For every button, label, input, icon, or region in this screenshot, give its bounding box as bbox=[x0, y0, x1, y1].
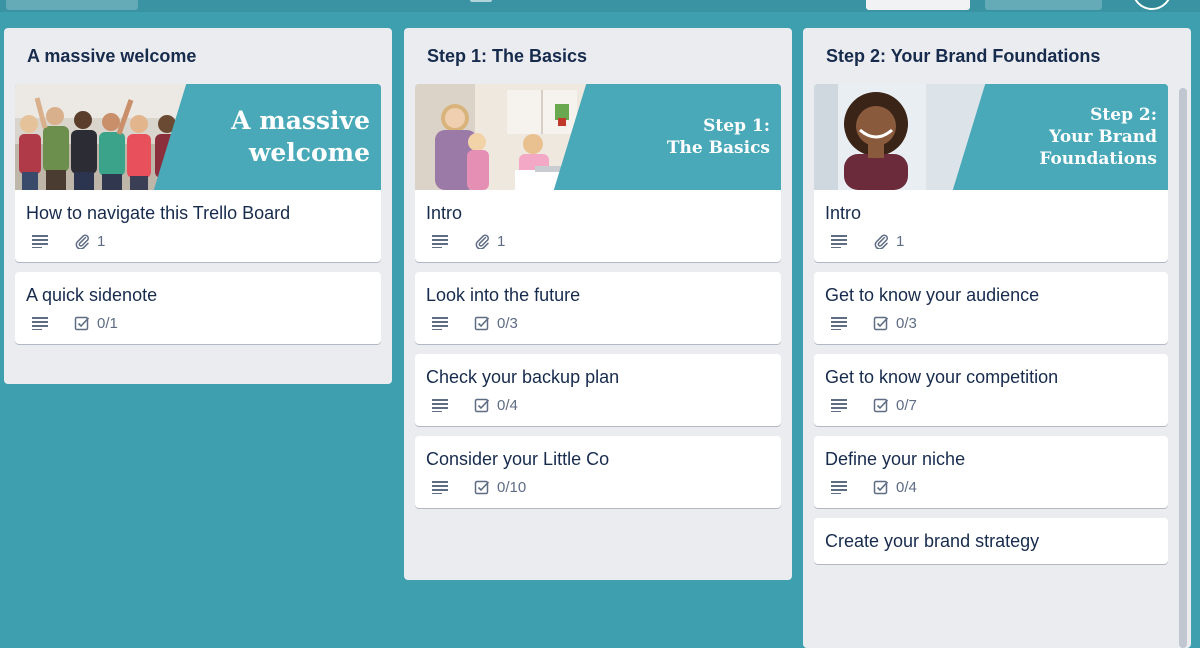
card-title: Check your backup plan bbox=[426, 367, 620, 387]
list-a-massive-welcome[interactable]: A massive welcome A massive welcome How … bbox=[4, 28, 392, 384]
checklist-icon bbox=[474, 398, 490, 413]
card-define-your-niche[interactable]: Define your niche 0/4 bbox=[814, 436, 1168, 508]
show-menu-button[interactable] bbox=[985, 0, 1102, 10]
card-badges: 1 bbox=[426, 230, 770, 252]
header-action-button[interactable] bbox=[866, 0, 970, 10]
card-title: Look into the future bbox=[426, 285, 581, 305]
card-badges: 0/1 bbox=[26, 312, 370, 334]
board-title[interactable] bbox=[470, 0, 492, 2]
card-title: Intro bbox=[426, 203, 463, 223]
card-a-quick-sidenote[interactable]: A quick sidenote 0/1 bbox=[15, 272, 381, 344]
boards-button[interactable] bbox=[6, 0, 138, 10]
card-title: Intro bbox=[825, 203, 862, 223]
card-badges: 1 bbox=[26, 230, 370, 252]
description-icon bbox=[432, 234, 448, 248]
checklist-count: 0/10 bbox=[497, 478, 527, 496]
list-scrollbar[interactable] bbox=[1179, 88, 1187, 648]
card-title: A quick sidenote bbox=[26, 285, 158, 305]
card-title: How to navigate this Trello Board bbox=[26, 203, 291, 223]
checklist-count: 0/3 bbox=[497, 314, 518, 332]
checklist-icon bbox=[474, 316, 490, 331]
card-how-to-navigate[interactable]: A massive welcome How to navigate this T… bbox=[15, 84, 381, 262]
description-icon bbox=[432, 398, 448, 412]
list-title[interactable]: A massive welcome bbox=[4, 28, 392, 84]
checklist-icon bbox=[873, 398, 889, 413]
attachment-count: 1 bbox=[97, 232, 106, 250]
description-icon bbox=[432, 480, 448, 494]
list-step-2-your-brand-foundations[interactable]: Step 2: Your Brand Foundations Step 2: Y… bbox=[803, 28, 1191, 648]
card-cover: Step 1: The Basics bbox=[415, 84, 781, 190]
card-look-into-the-future[interactable]: Look into the future 0/3 bbox=[415, 272, 781, 344]
card-intro[interactable]: Step 2: Your Brand Foundations Intro 1 bbox=[814, 84, 1168, 262]
card-badges: 0/3 bbox=[825, 312, 1157, 334]
avatar[interactable] bbox=[1132, 0, 1172, 10]
attachment-badge: 1 bbox=[873, 233, 904, 250]
checklist-badge: 0/10 bbox=[474, 479, 526, 496]
description-icon bbox=[432, 316, 448, 330]
board-header bbox=[0, 0, 1200, 12]
checklist-badge: 0/4 bbox=[873, 479, 917, 496]
checklist-count: 0/1 bbox=[97, 314, 118, 332]
description-icon bbox=[831, 398, 847, 412]
card-badges: 0/7 bbox=[825, 394, 1157, 416]
checklist-count: 0/4 bbox=[497, 396, 518, 414]
card-badges: 0/4 bbox=[426, 394, 770, 416]
card-title: Get to know your audience bbox=[825, 285, 1040, 305]
paperclip-icon bbox=[75, 234, 89, 249]
description-icon bbox=[831, 234, 847, 248]
card-check-your-backup-plan[interactable]: Check your backup plan 0/4 bbox=[415, 354, 781, 426]
card-cover: A massive welcome bbox=[15, 84, 381, 190]
checklist-badge: 0/3 bbox=[474, 315, 518, 332]
card-title: Consider your Little Co bbox=[426, 449, 610, 469]
checklist-icon bbox=[74, 316, 90, 331]
cover-caption: A massive welcome bbox=[231, 106, 370, 167]
paperclip-icon bbox=[874, 234, 888, 249]
card-get-to-know-your-audience[interactable]: Get to know your audience 0/3 bbox=[814, 272, 1168, 344]
description-icon bbox=[831, 316, 847, 330]
card-badges: 1 bbox=[825, 230, 1157, 252]
checklist-icon bbox=[873, 316, 889, 331]
paperclip-icon bbox=[475, 234, 489, 249]
description-icon bbox=[32, 316, 48, 330]
attachment-count: 1 bbox=[497, 232, 506, 250]
card-title: Create your brand strategy bbox=[825, 531, 1040, 551]
card-get-to-know-your-competition[interactable]: Get to know your competition 0/7 bbox=[814, 354, 1168, 426]
description-icon bbox=[831, 480, 847, 494]
card-title: Define your niche bbox=[825, 449, 966, 469]
checklist-icon bbox=[873, 480, 889, 495]
list-title[interactable]: Step 2: Your Brand Foundations bbox=[803, 28, 1191, 84]
card-badges: 0/10 bbox=[426, 476, 770, 498]
cover-caption: Step 2: Your Brand Foundations bbox=[1039, 105, 1157, 169]
card-badges: 0/4 bbox=[825, 476, 1157, 498]
checklist-badge: 0/7 bbox=[873, 397, 917, 414]
card-create-your-brand-strategy[interactable]: Create your brand strategy bbox=[814, 518, 1168, 564]
card-intro[interactable]: Step 1: The Basics Intro 1 bbox=[415, 84, 781, 262]
checklist-badge: 0/4 bbox=[474, 397, 518, 414]
checklist-count: 0/4 bbox=[896, 478, 917, 496]
checklist-icon bbox=[474, 480, 490, 495]
checklist-count: 0/3 bbox=[896, 314, 917, 332]
list-title[interactable]: Step 1: The Basics bbox=[404, 28, 792, 84]
card-title: Get to know your competition bbox=[825, 367, 1059, 387]
description-icon bbox=[32, 234, 48, 248]
cover-caption: Step 1: The Basics bbox=[666, 116, 770, 158]
list-step-1-the-basics[interactable]: Step 1: The Basics Step 1: The Basics In… bbox=[404, 28, 792, 580]
attachment-count: 1 bbox=[896, 232, 905, 250]
checklist-count: 0/7 bbox=[896, 396, 917, 414]
attachment-badge: 1 bbox=[74, 233, 105, 250]
card-consider-your-little-co[interactable]: Consider your Little Co 0/10 bbox=[415, 436, 781, 508]
attachment-badge: 1 bbox=[474, 233, 505, 250]
checklist-badge: 0/1 bbox=[74, 315, 118, 332]
checklist-badge: 0/3 bbox=[873, 315, 917, 332]
card-badges: 0/3 bbox=[426, 312, 770, 334]
card-cover: Step 2: Your Brand Foundations bbox=[814, 84, 1168, 190]
